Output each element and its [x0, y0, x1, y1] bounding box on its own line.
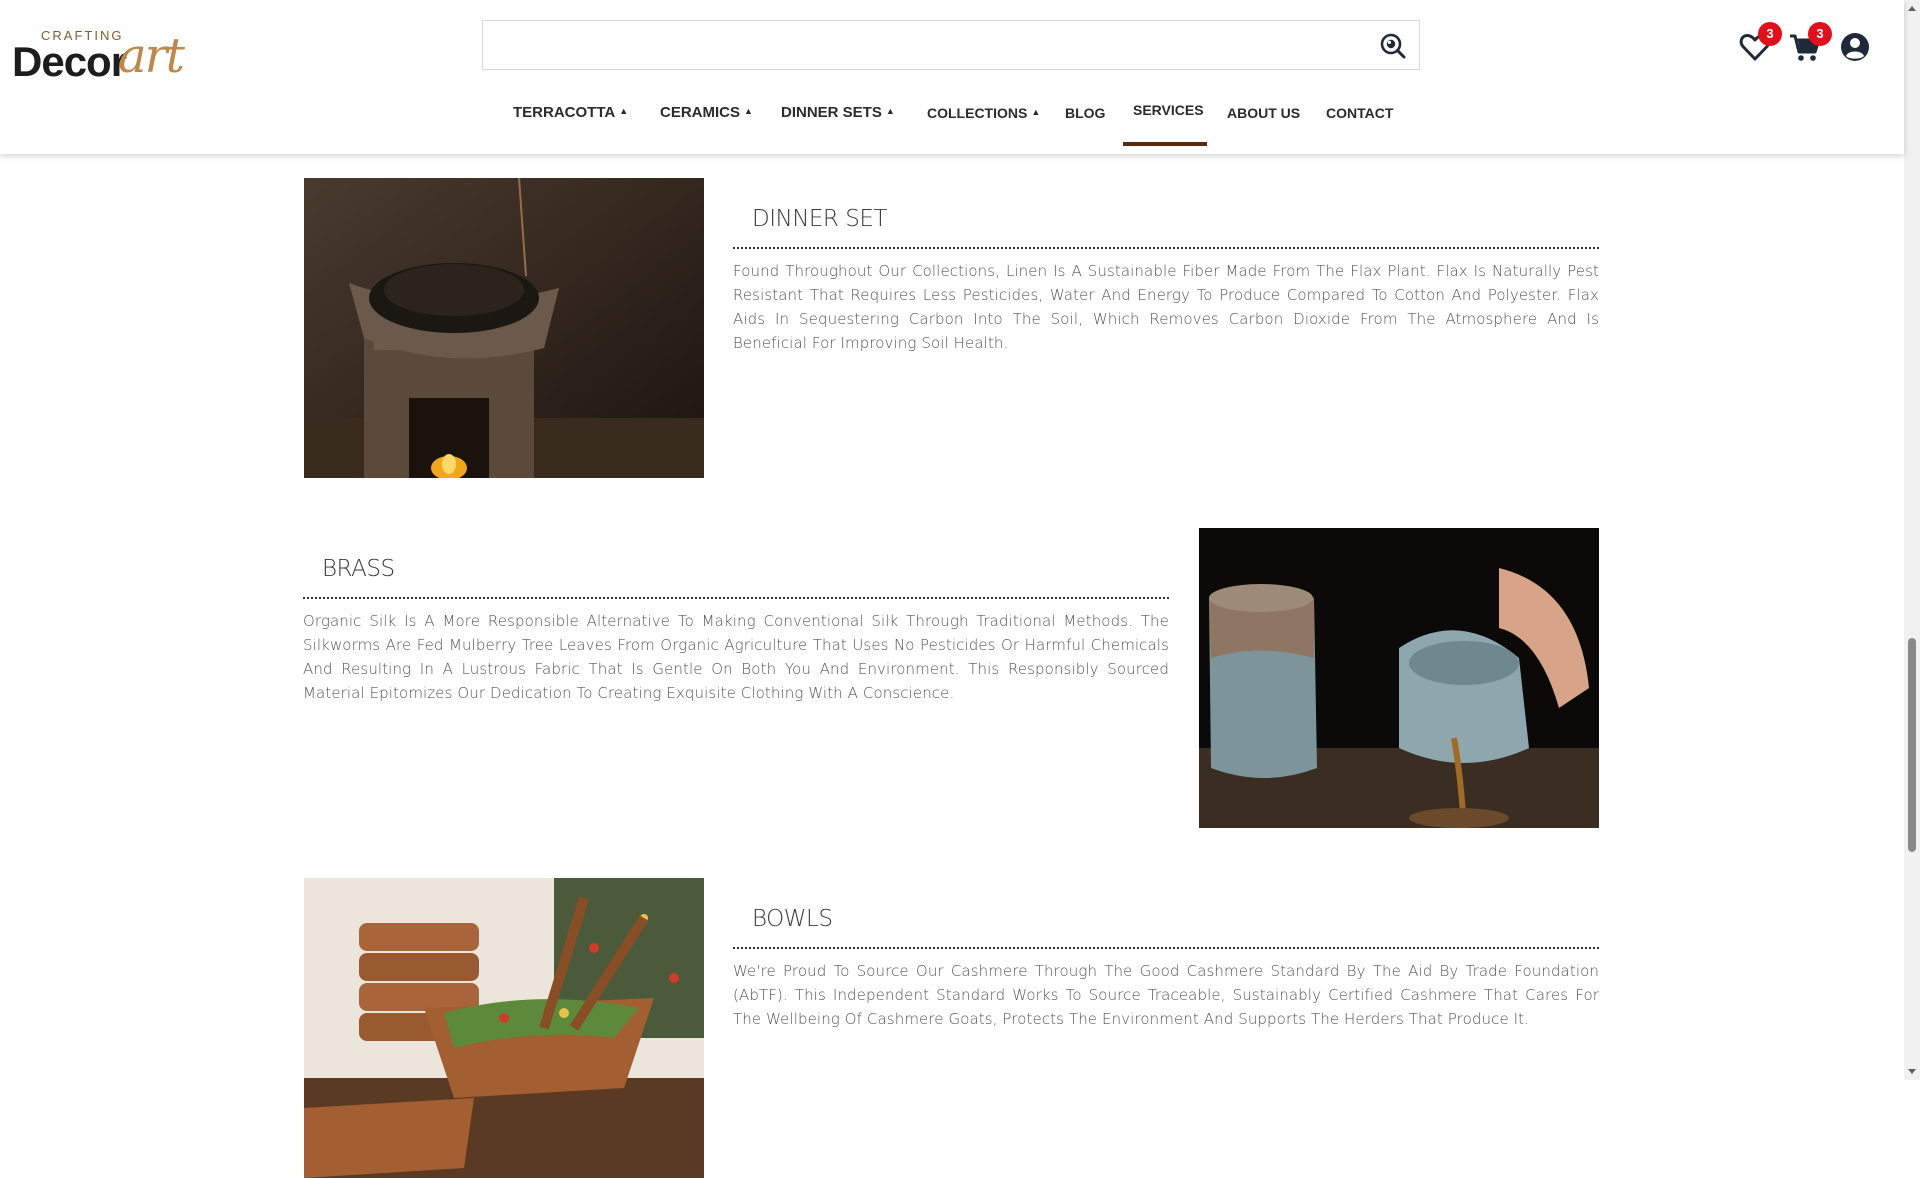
- nav-active-indicator: [1123, 142, 1207, 146]
- nav-dinner-sets-label: DINNER SETS: [781, 104, 882, 121]
- nav-terracotta-label: TERRACOTTA: [513, 104, 616, 121]
- logo-wordmark: Decor: [12, 38, 127, 85]
- section-title: BRASS: [322, 556, 395, 582]
- page-scrollbar[interactable]: [1904, 0, 1920, 1080]
- search-bar: [482, 20, 1420, 70]
- section-divider: [303, 597, 1169, 599]
- site-header: CRAFTING Decor art 3 3 TERRACOTTA ▲ CERA…: [0, 0, 1904, 154]
- wishlist-count-badge: 3: [1758, 22, 1782, 46]
- cart-button[interactable]: 3: [1788, 22, 1832, 66]
- nav-dinner-sets[interactable]: DINNER SETS ▲: [781, 104, 895, 154]
- section-divider: [733, 947, 1599, 949]
- search-input[interactable]: [483, 21, 1391, 69]
- nav-ceramics[interactable]: CERAMICS ▲: [660, 104, 753, 154]
- caret-up-icon: ▲: [1031, 107, 1041, 117]
- nav-contact[interactable]: CONTACT: [1326, 105, 1393, 155]
- section-description: Found Throughout Our Collections, Linen …: [733, 262, 1599, 352]
- nav-about-us-label: ABOUT US: [1227, 105, 1301, 121]
- section-title: DINNER SET: [752, 206, 887, 232]
- nav-contact-label: CONTACT: [1326, 105, 1394, 121]
- nav-services-label: SERVICES: [1133, 102, 1204, 118]
- cart-count-badge: 3: [1808, 22, 1832, 46]
- caret-up-icon: ▲: [619, 106, 629, 116]
- scroll-down-arrow-icon[interactable]: [1908, 1069, 1916, 1074]
- section-description: Organic Silk Is A More Responsible Alter…: [303, 612, 1169, 702]
- nav-terracotta[interactable]: TERRACOTTA ▲: [513, 104, 628, 154]
- wishlist-button[interactable]: 3: [1738, 22, 1782, 66]
- main-nav: TERRACOTTA ▲ CERAMICS ▲ DINNER SETS ▲ COLLE…: [0, 92, 1904, 154]
- nav-blog-label: BLOG: [1065, 105, 1106, 121]
- header-icons: 3 3: [1738, 22, 1888, 70]
- nav-collections-label: COLLECTIONS: [927, 105, 1028, 121]
- scrollbar-thumb[interactable]: [1908, 638, 1916, 852]
- caret-up-icon: ▲: [885, 106, 895, 116]
- logo-accent: art: [118, 28, 185, 84]
- section-title: BOWLS: [752, 906, 833, 932]
- scroll-up-arrow-icon[interactable]: [1908, 6, 1916, 11]
- nav-blog[interactable]: BLOG: [1065, 105, 1105, 155]
- dinner-set-image: [304, 178, 704, 478]
- user-icon: [1841, 33, 1869, 61]
- nav-ceramics-label: CERAMICS: [660, 104, 741, 121]
- section-description: We're Proud To Source Our Cashmere Throu…: [733, 962, 1599, 1028]
- section-divider: [733, 247, 1599, 249]
- account-button[interactable]: [1838, 30, 1872, 66]
- nav-collections[interactable]: COLLECTIONS ▲: [927, 105, 1040, 155]
- caret-up-icon: ▲: [744, 106, 753, 116]
- brass-image: [1199, 528, 1599, 828]
- search-icon[interactable]: [1379, 32, 1407, 60]
- nav-about-us[interactable]: ABOUT US: [1227, 105, 1300, 155]
- bowls-image: [304, 878, 704, 1178]
- site-logo[interactable]: CRAFTING Decor art: [12, 24, 192, 85]
